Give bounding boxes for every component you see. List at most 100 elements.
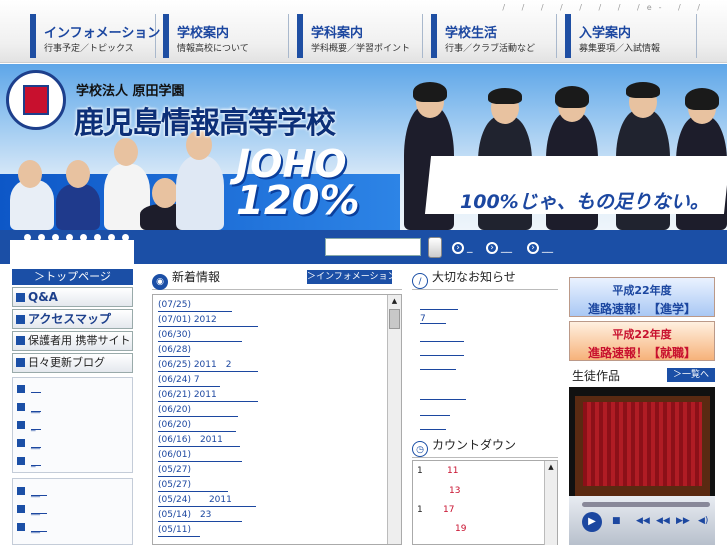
- news-item[interactable]: (06/25) 2011 2: [158, 360, 258, 372]
- left-link[interactable]: _: [17, 421, 41, 433]
- nav-marker: [297, 14, 303, 58]
- banner-line2: 進路速報！【就職】: [587, 346, 696, 360]
- access-map-button[interactable]: アクセスマップ: [12, 309, 133, 329]
- clock-icon: ◷: [412, 441, 428, 457]
- arrow-circle-icon: ›: [452, 242, 464, 254]
- square-bullet-icon: [16, 315, 25, 324]
- left-link[interactable]: __: [17, 439, 41, 451]
- nav-subtitle: 情報高校について: [177, 44, 249, 54]
- left-link[interactable]: __: [17, 487, 47, 499]
- qa-button[interactable]: Q&A: [12, 287, 133, 307]
- left-link[interactable]: __: [17, 403, 41, 415]
- quick-link-2[interactable]: › __: [486, 240, 512, 254]
- search-button[interactable]: [428, 237, 442, 258]
- notice-item[interactable]: [420, 300, 458, 310]
- news-item[interactable]: (05/11): [158, 525, 200, 537]
- scroll-thumb[interactable]: [389, 309, 400, 329]
- notice-header: / 大切なお知らせ: [412, 268, 558, 290]
- top-utility-links[interactable]: / / / / / / / /e- / /: [502, 3, 707, 12]
- ribbon-dot: [52, 234, 59, 241]
- speaker-icon: ◉: [152, 274, 168, 290]
- nav-school-guide[interactable]: 学校案内 情報高校について: [163, 14, 289, 58]
- student-photo: [176, 156, 224, 230]
- quick-link-3[interactable]: › __: [527, 240, 553, 254]
- news-item[interactable]: (06/16) 2011: [158, 435, 240, 447]
- news-item[interactable]: (06/21) 2011: [158, 390, 258, 402]
- left-link[interactable]: __: [17, 505, 47, 517]
- button-label: Q&A: [28, 290, 58, 304]
- news-scrollbar[interactable]: ▲: [387, 295, 401, 544]
- arrow-circle-icon: ›: [486, 242, 498, 254]
- square-bullet-icon: [17, 505, 25, 513]
- left-link[interactable]: _: [17, 457, 41, 469]
- news-item[interactable]: (06/01): [158, 450, 242, 462]
- stop-icon[interactable]: ■: [612, 516, 621, 526]
- nav-title: 学科案内: [311, 26, 364, 41]
- news-item[interactable]: (06/30): [158, 330, 242, 342]
- seek-bar[interactable]: [582, 502, 710, 507]
- link-label: [31, 385, 41, 393]
- notice-item[interactable]: [420, 420, 446, 430]
- notice-item[interactable]: [420, 360, 456, 370]
- button-label: 保護者用 携帯サイト: [28, 334, 131, 347]
- notice-item[interactable]: 7: [420, 314, 446, 324]
- student-photo: [488, 88, 522, 104]
- news-item[interactable]: (06/20): [158, 405, 238, 417]
- career-news-employment-banner[interactable]: 平成22年度 進路速報！【就職】: [569, 321, 715, 361]
- nav-school-life[interactable]: 学校生活 行事／クラブ活動など: [431, 14, 557, 58]
- prev-icon[interactable]: ◀◀: [636, 516, 650, 526]
- news-item[interactable]: (07/25): [158, 300, 232, 312]
- news-item[interactable]: (06/28): [158, 345, 191, 357]
- news-item[interactable]: (05/27): [158, 480, 228, 492]
- next-icon[interactable]: ▶▶: [676, 516, 690, 526]
- rewind-icon[interactable]: ◀◀: [656, 516, 670, 526]
- quick-link-1[interactable]: › _: [452, 240, 473, 254]
- notice-item[interactable]: [420, 332, 464, 342]
- view-list-button[interactable]: ＞一覧へ: [667, 368, 715, 382]
- square-bullet-icon: [16, 336, 25, 345]
- news-item[interactable]: (06/24) 7: [158, 375, 220, 387]
- left-link-panel-1: __ _ __ _: [12, 377, 133, 473]
- ribbon-dot: [24, 234, 31, 241]
- news-item[interactable]: (05/14) 23: [158, 510, 242, 522]
- nav-departments[interactable]: 学科案内 学科概要／学習ポイント: [297, 14, 423, 58]
- news-item[interactable]: (05/24) 2011: [158, 495, 256, 507]
- career-news-advancement-banner[interactable]: 平成22年度 進路速報！【進学】: [569, 277, 715, 317]
- information-button[interactable]: ＞インフォメーション: [307, 270, 397, 284]
- play-icon[interactable]: ▶: [582, 512, 602, 532]
- nav-marker: [30, 14, 36, 58]
- notice-item[interactable]: [420, 406, 450, 416]
- countdown-days: 17: [443, 505, 455, 515]
- square-bullet-icon: [17, 439, 25, 447]
- link-label: _: [31, 422, 41, 432]
- pen-icon: /: [412, 273, 428, 289]
- search-input[interactable]: [325, 238, 421, 256]
- news-item[interactable]: (05/27): [158, 465, 191, 477]
- countdown-label: 1: [417, 505, 423, 515]
- daily-blog-button[interactable]: 日々更新ブログ: [12, 353, 133, 373]
- banner-line1: 平成22年度: [612, 328, 672, 341]
- left-link[interactable]: __: [17, 523, 47, 535]
- nav-admissions[interactable]: 入学案内 募集要項／入試情報: [565, 14, 697, 58]
- stage-curtain-image: [583, 402, 702, 486]
- top-page-link[interactable]: ＞トップページ: [12, 269, 133, 285]
- notice-item[interactable]: [420, 346, 464, 356]
- left-link[interactable]: [17, 385, 41, 397]
- volume-icon[interactable]: ◀): [698, 516, 708, 526]
- nav-subtitle: 行事予定／トピックス: [44, 44, 134, 54]
- notice-item[interactable]: [420, 390, 466, 400]
- news-item[interactable]: (06/20): [158, 420, 236, 432]
- nav-marker: [431, 14, 437, 58]
- nav-information[interactable]: インフォメーション 行事予定／トピックス: [30, 14, 160, 58]
- ribbon-dot: [108, 234, 115, 241]
- nav-subtitle: 募集要項／入試情報: [579, 44, 661, 54]
- student-photo: [685, 88, 719, 110]
- countdown-scrollbar[interactable]: ▲: [544, 461, 557, 545]
- left-link-panel-2: __ __ __: [12, 478, 133, 545]
- scroll-up-icon[interactable]: ▲: [546, 463, 556, 473]
- news-item[interactable]: (07/01) 2012: [158, 315, 258, 327]
- student-photo: [152, 178, 178, 208]
- scroll-up-icon[interactable]: ▲: [389, 297, 400, 307]
- mobile-site-button[interactable]: 保護者用 携帯サイト: [12, 331, 133, 351]
- banner-line2: 進路速報！【進学】: [587, 302, 696, 316]
